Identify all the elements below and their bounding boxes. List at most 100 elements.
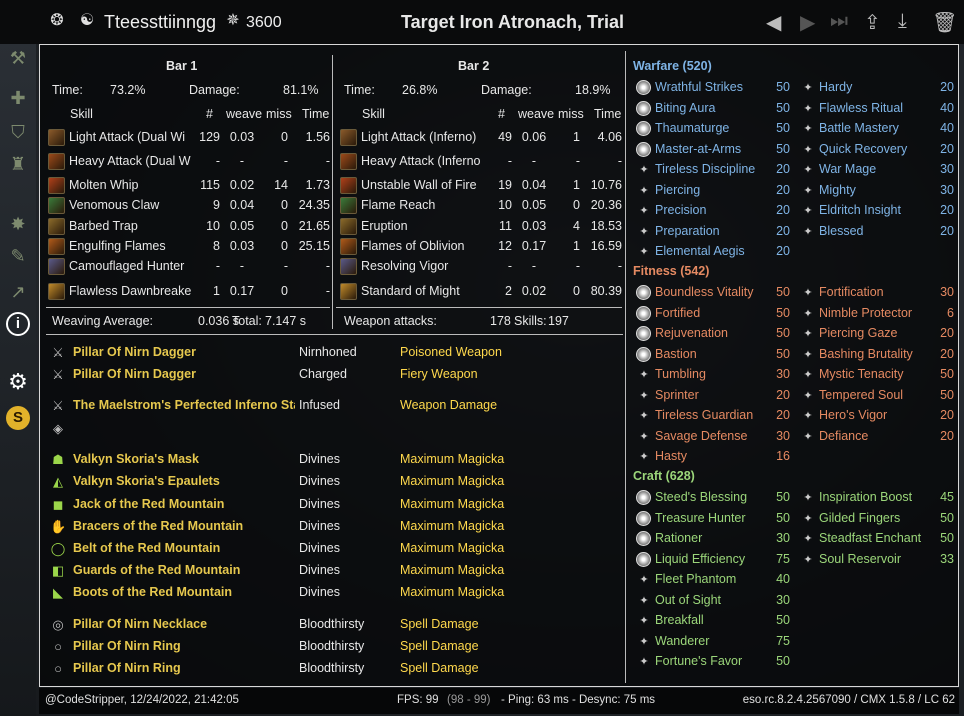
cp-star-points: 20 (940, 80, 954, 94)
skill-name: Molten Whip (69, 178, 139, 192)
gear-enchant: Weapon Damage (400, 398, 498, 412)
cp-star-name: Wrathful Strikes (655, 80, 743, 94)
burst-icon[interactable]: ✸ (6, 212, 30, 236)
skill-icon (48, 177, 65, 194)
scroll-icon[interactable]: ✎ (6, 244, 30, 268)
cp-star-name: Bastion (655, 346, 697, 361)
bar2-time-value: 26.8% (402, 83, 438, 97)
cp-star-name: Flawless Ritual (819, 100, 904, 115)
empty-slot-icon: ◈ (53, 421, 63, 436)
cp-star-points: 20 (940, 203, 954, 217)
skills-value: 197 (548, 314, 569, 328)
skill-count: - (507, 259, 512, 273)
star-icon: ✦ (639, 430, 649, 443)
cp-star-name: Tireless Guardian (655, 408, 754, 422)
gear-trait: Divines (299, 497, 340, 511)
save-icon[interactable]: ⤓ (898, 10, 907, 33)
status-footer: @CodeStripper, 12/24/2022, 21:42:05 FPS:… (39, 688, 959, 714)
cp-star-points: 20 (940, 428, 954, 443)
star-icon: ✦ (803, 410, 813, 422)
gear-enchant: Maximum Magicka (400, 474, 505, 488)
cp-star-name: Mystic Tenacity (819, 367, 904, 381)
cp-star-points: 50 (776, 654, 790, 668)
cp-star-name: Steed's Blessing (655, 490, 748, 504)
cp-fitness-title: Fitness (542) (633, 264, 710, 278)
cp-star-name: Tempered Soul (819, 387, 904, 402)
last-fight-icon[interactable]: ⏭ (830, 10, 848, 33)
skill-icon (340, 283, 357, 300)
info-icon[interactable]: i (6, 312, 30, 336)
crossed-axes-icon[interactable]: ⚒ (6, 46, 30, 70)
shield-icon[interactable]: ⛉ (6, 120, 30, 144)
star-icon: ✦ (803, 184, 813, 197)
slotted-star-icon (636, 121, 651, 136)
previous-fight-icon[interactable]: ◀ (766, 10, 781, 35)
skill-name: Engulfing Flames (69, 239, 166, 253)
cp-star-points: 30 (940, 162, 954, 176)
crowd-icon[interactable]: ♜ (6, 152, 30, 176)
skill-miss: 0 (281, 239, 288, 253)
cp-star-points: 20 (776, 387, 790, 402)
skill-name: Light Attack (Inferno) (361, 130, 477, 144)
skill-icon (340, 218, 357, 235)
skill-count: 2 (505, 284, 512, 298)
slotted-star-icon (636, 80, 651, 95)
skill-time: - (325, 284, 330, 298)
star-icon: ✦ (803, 389, 813, 402)
bar1-col-count: # (206, 107, 213, 121)
skill-miss: 0 (281, 198, 288, 212)
bar2-col-miss: miss (558, 107, 584, 121)
skill-miss: 0 (281, 284, 288, 298)
gear-item-name: Belt of the Red Mountain (73, 541, 221, 555)
cp-star-name: Eldritch Insight (819, 203, 901, 217)
skill-time: - (617, 154, 622, 168)
star-icon: ✦ (639, 225, 649, 238)
author-timestamp: @CodeStripper, 12/24/2022, 21:42:05 (45, 694, 239, 706)
fps-readout: FPS: 99 (397, 694, 439, 706)
bar1-time-value: 73.2% (110, 83, 146, 97)
bar2-col-count: # (498, 107, 505, 121)
cp-star-name: Boundless Vitality (655, 285, 754, 299)
gear-trait: Divines (299, 563, 340, 577)
graph-icon[interactable]: ↗ (6, 280, 30, 304)
ring-icon: ○ (54, 661, 62, 676)
cp-star-name: Rejuvenation (655, 326, 728, 340)
skill-weave: 0.17 (229, 284, 255, 298)
skill-weave: 0.05 (229, 219, 255, 233)
skill-icon (48, 283, 65, 300)
skill-name: Venomous Claw (69, 198, 160, 212)
delete-trash-icon[interactable]: 🗑 (932, 10, 957, 35)
skill-weave: - (239, 154, 245, 168)
cp-star-points: 50 (940, 387, 954, 402)
skill-count: 1 (213, 284, 220, 298)
skill-miss: 1 (573, 130, 580, 144)
skill-time: 21.65 (298, 219, 330, 233)
skill-count: 12 (498, 239, 512, 253)
upload-icon[interactable]: ⇪ (864, 10, 881, 35)
cp-star-name: Fortification (819, 285, 884, 299)
cp-star-points: 20 (940, 326, 954, 340)
cp-star-name: Tumbling (655, 367, 706, 381)
gear-trait: Bloodthirsty (299, 617, 365, 631)
settings-gear-icon[interactable]: ⚙ (6, 370, 30, 394)
bar1-time-label: Time: (52, 83, 83, 97)
cp-star-points: 45 (940, 490, 954, 504)
cp-star-points: 20 (776, 203, 790, 217)
next-fight-icon[interactable]: ▶ (800, 10, 815, 35)
star-icon: ✦ (803, 328, 813, 340)
heal-plus-icon[interactable]: ✚ (6, 86, 30, 110)
s-badge-icon[interactable]: S (6, 406, 30, 430)
gear-enchant: Maximum Magicka (400, 541, 505, 555)
cp-craft-title: Craft (628) (633, 469, 695, 483)
skill-weave: 0.02 (229, 178, 255, 192)
skill-icon (340, 177, 357, 194)
cp-star-points: 50 (776, 80, 790, 94)
cp-star-points: 50 (940, 510, 954, 525)
cp-star-points: 50 (940, 531, 954, 545)
skill-time: 25.15 (298, 239, 330, 253)
gear-enchant: Maximum Magicka (400, 563, 505, 577)
star-icon: ✦ (639, 389, 649, 402)
skill-icon (340, 153, 357, 170)
star-icon: ✦ (803, 102, 813, 115)
cp-star-points: 40 (776, 572, 790, 586)
